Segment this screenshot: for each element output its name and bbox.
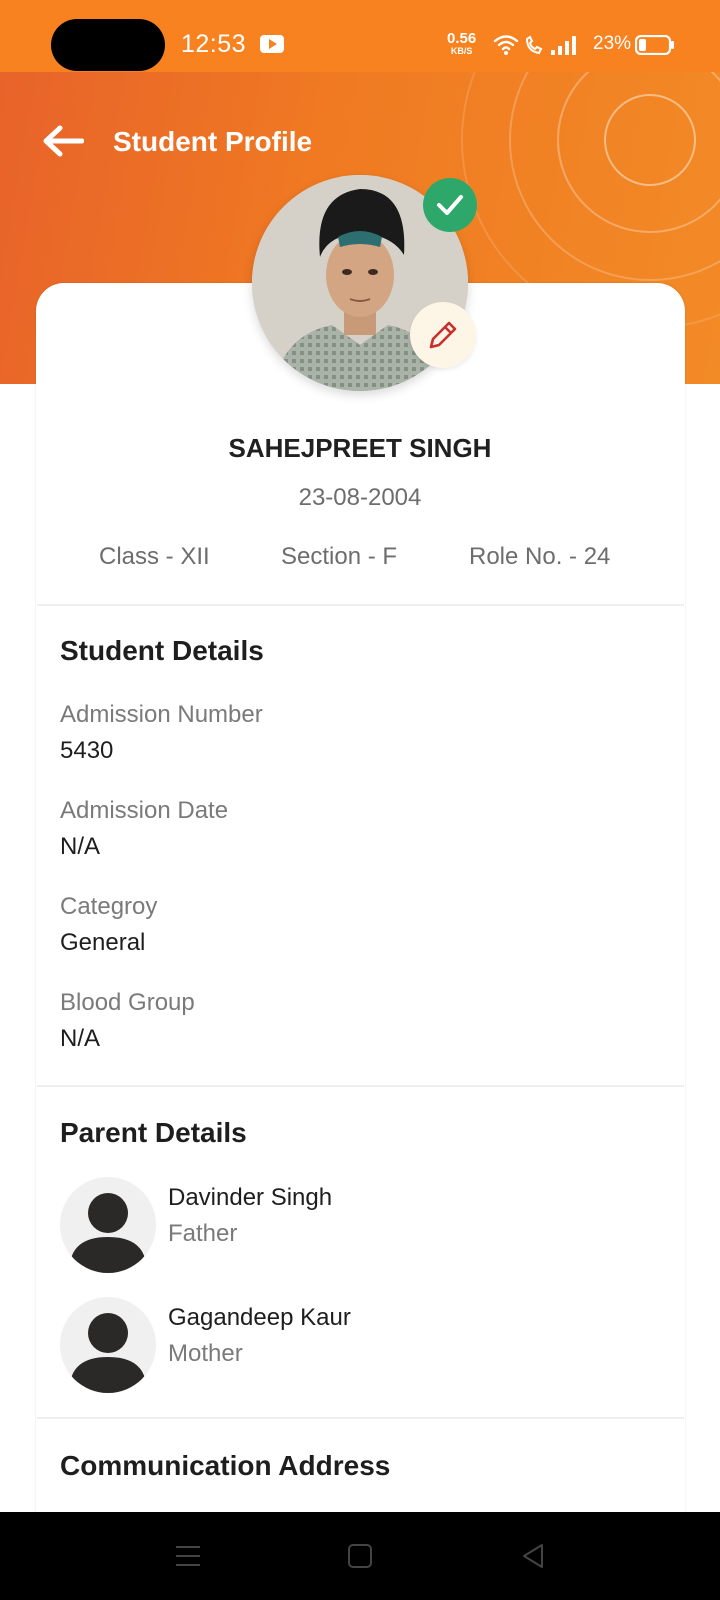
student-roll-number: Role No. - 24: [469, 543, 611, 570]
youtube-icon: [260, 35, 284, 53]
person-icon: [70, 1313, 146, 1393]
field-value-admission-date: N/A: [60, 833, 101, 860]
field-value-blood-group: N/A: [60, 1025, 101, 1052]
edit-photo-button[interactable]: [410, 302, 476, 368]
divider: [37, 604, 684, 606]
student-class: Class - XII: [99, 543, 210, 570]
wifi-icon: [493, 35, 519, 51]
status-time: 12:53: [181, 30, 247, 58]
parent-avatar: [60, 1177, 156, 1273]
parent-name-mother: Gagandeep Kaur: [168, 1304, 351, 1331]
network-speed-unit: KB/S: [450, 46, 473, 56]
signal-icons: [493, 35, 576, 55]
menu-icon: [176, 1546, 200, 1566]
verified-badge: [423, 178, 477, 232]
square-home-icon: [348, 1544, 372, 1568]
student-section: Section - F: [281, 543, 398, 570]
student-dob: 23-08-2004: [298, 484, 422, 511]
status-bar: 12:53 0.56 KB/S 23%: [0, 0, 720, 72]
field-label-blood-group: Blood Group: [60, 989, 195, 1016]
camera-cutout: [51, 19, 165, 71]
field-label-admission-date: Admission Date: [60, 797, 229, 824]
cell-signal-icon: [551, 36, 576, 55]
battery-percent: 23%: [593, 33, 632, 54]
parent-name-father: Davinder Singh: [168, 1184, 333, 1211]
field-label-category: Categroy: [60, 893, 158, 920]
arrow-left-icon: [43, 125, 84, 157]
network-speed: 0.56 KB/S: [447, 31, 476, 58]
field-label-admission-number: Admission Number: [60, 701, 263, 728]
pencil-icon: [429, 321, 457, 349]
section-title-student-details: Student Details: [60, 635, 264, 666]
triangle-back-icon: [523, 1544, 543, 1568]
field-value-admission-number: 5430: [60, 737, 114, 764]
divider: [37, 1085, 684, 1087]
parent-avatar: [60, 1297, 156, 1393]
divider: [37, 1417, 684, 1419]
system-nav-bar: [0, 1512, 720, 1600]
back-button[interactable]: [38, 118, 88, 164]
nav-back-button[interactable]: [488, 1512, 578, 1600]
field-value-category: General: [60, 929, 146, 956]
nav-home-button[interactable]: [315, 1512, 405, 1600]
parent-relation-mother: Mother: [168, 1340, 243, 1367]
wifi-call-icon: [525, 35, 543, 55]
page-title: Student Profile: [113, 126, 313, 157]
nav-menu-button[interactable]: [143, 1512, 233, 1600]
parent-relation-father: Father: [168, 1220, 238, 1247]
person-icon: [70, 1193, 146, 1273]
battery-icon: [635, 35, 674, 55]
section-title-communication-address: Communication Address: [60, 1450, 391, 1481]
check-icon: [437, 195, 463, 215]
student-name: SAHEJPREET SINGH: [228, 433, 492, 463]
section-title-parent-details: Parent Details: [60, 1117, 247, 1148]
